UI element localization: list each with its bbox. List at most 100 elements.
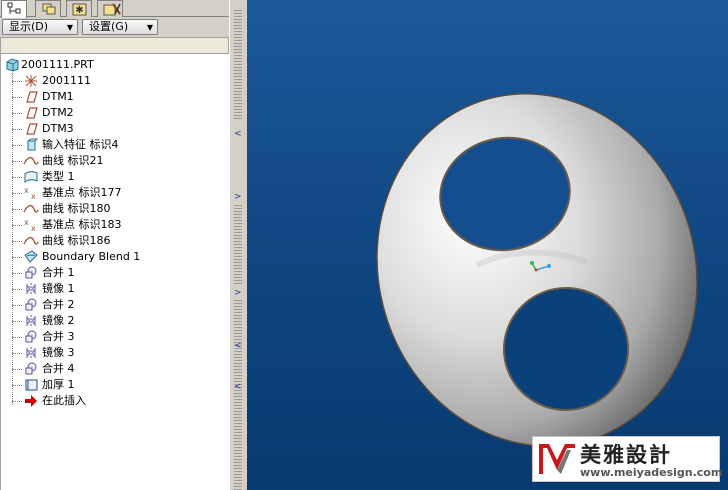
merge-icon (25, 298, 37, 311)
tree-item-label: 曲线 标识21 (42, 154, 104, 167)
show-menu-label: 显示(D) (9, 20, 49, 33)
folder-tools-icon (103, 3, 121, 16)
tree-item-label: 类型 1 (42, 170, 75, 183)
brand-name: 美雅設計 (580, 443, 672, 467)
tree-toolbar: 显示(D) ▼ 设置(G) ▼ (0, 17, 236, 37)
tab-favorites[interactable]: ✱ (66, 0, 92, 17)
tree-item-thicken[interactable]: 加厚 1 (1, 377, 230, 393)
surface-icon (24, 171, 38, 183)
tree-item-curve[interactable]: 曲线 标识21 (1, 153, 230, 169)
curve-icon (23, 204, 39, 213)
tree-item-datum-plane[interactable]: DTM1 (1, 89, 230, 105)
svg-text:x: x (24, 186, 29, 195)
settings-menu-button[interactable]: 设置(G) ▼ (82, 19, 158, 35)
svg-text:x: x (24, 218, 29, 227)
insert-here-arrow-icon (25, 395, 37, 407)
tree-item-label: 2001111 (42, 74, 91, 87)
thicken-icon (25, 379, 38, 391)
tab-folder-browser[interactable] (97, 0, 123, 17)
tree-item-csys[interactable]: 2001111 (1, 73, 230, 89)
merge-icon (25, 362, 37, 375)
part-icon (6, 58, 19, 72)
datum-plane-icon (26, 91, 38, 103)
tree-item-boundary-blend[interactable]: Boundary Blend 1 (1, 249, 230, 265)
panel-splitter[interactable]: < > > < < (229, 0, 247, 490)
tree-item-datum-plane[interactable]: DTM2 (1, 105, 230, 121)
model-tree: 2001111.PRT 2001111 DTM1 DTM2 DTM3 输入特征 … (0, 54, 229, 490)
splitter-grip (234, 10, 242, 120)
model-tree-icon (7, 2, 21, 14)
tree-item-insert-here[interactable]: 在此插入 (1, 393, 230, 409)
model-3d-render (376, 93, 698, 447)
tree-item-label: 合并 4 (42, 362, 75, 375)
tree-item-label: 合并 3 (42, 330, 75, 343)
tree-item-mirror[interactable]: 镜像 3 (1, 345, 230, 361)
chevron-down-icon: ▼ (66, 23, 73, 32)
mirror-icon (26, 283, 36, 295)
import-feature-icon (27, 138, 39, 151)
tree-item-datum-point[interactable]: x x 基准点 标识177 (1, 185, 230, 201)
tree-item-label: 在此插入 (42, 394, 86, 407)
panel-tab-strip: ✱ (0, 0, 236, 18)
tree-item-mirror[interactable]: 镜像 2 (1, 313, 230, 329)
tree-item-merge[interactable]: 合并 2 (1, 297, 230, 313)
tree-item-label: 合并 1 (42, 266, 75, 279)
expand-right-icon[interactable]: > (234, 193, 242, 202)
mirror-icon (26, 347, 36, 359)
tree-item-curve[interactable]: 曲线 标识180 (1, 201, 230, 217)
graphics-viewport[interactable] (247, 0, 728, 490)
brand-logo (539, 444, 575, 474)
svg-text:x: x (31, 192, 36, 200)
brand-url: www.meiyadesign.com (580, 466, 723, 479)
splitter-grip (234, 300, 242, 490)
tree-item-label: 合并 2 (42, 298, 75, 311)
csys-icon (25, 75, 37, 87)
tree-item-mirror[interactable]: 镜像 1 (1, 281, 230, 297)
model-tree-panel: ✱ 显示(D) ▼ 设置(G) ▼ 2001111.PRT 2001111 DT… (0, 0, 236, 490)
show-menu-button[interactable]: 显示(D) ▼ (2, 19, 78, 35)
tree-root-label: 2001111.PRT (21, 58, 94, 71)
merge-icon (25, 266, 37, 279)
tree-item-label: 基准点 标识183 (42, 218, 122, 231)
mirror-icon (26, 315, 36, 327)
tree-item-label: 镜像 1 (42, 282, 75, 295)
tree-item-surface[interactable]: 类型 1 (1, 169, 230, 185)
collapse-left-icon[interactable]: < (234, 383, 242, 392)
settings-menu-label: 设置(G) (89, 20, 129, 33)
tab-model-tree[interactable] (1, 0, 27, 18)
tree-item-merge[interactable]: 合并 3 (1, 329, 230, 345)
tree-item-label: 曲线 标识186 (42, 234, 111, 247)
tree-item-label: 镜像 2 (42, 314, 75, 327)
svg-text:x: x (31, 224, 36, 232)
curve-icon (23, 156, 39, 165)
shell-outer-surface (376, 93, 698, 447)
layers-icon (42, 3, 56, 15)
datum-point-icon: x x (24, 186, 36, 200)
collapse-left-icon[interactable]: < (234, 130, 242, 139)
curve-icon (23, 236, 39, 245)
tree-root-node[interactable]: 2001111.PRT (1, 57, 230, 73)
tree-item-label: 镜像 3 (42, 346, 75, 359)
tab-layers[interactable] (35, 0, 61, 17)
tree-item-datum-point[interactable]: x x 基准点 标识183 (1, 217, 230, 233)
brand-watermark: 美雅設計 www.meiyadesign.com (532, 436, 723, 482)
expand-right-icon[interactable]: > (234, 289, 242, 298)
tree-item-label: DTM3 (42, 122, 74, 135)
svg-text:✱: ✱ (75, 5, 83, 16)
datum-plane-icon (26, 107, 38, 119)
tree-item-merge[interactable]: 合并 1 (1, 265, 230, 281)
tree-item-label: DTM2 (42, 106, 74, 119)
tree-item-import-feature[interactable]: 输入特征 标识4 (1, 137, 230, 153)
tree-column-header (0, 37, 229, 54)
tree-item-curve[interactable]: 曲线 标识186 (1, 233, 230, 249)
datum-point-icon: x x (24, 218, 36, 232)
tree-item-label: DTM1 (42, 90, 74, 103)
tree-item-datum-plane[interactable]: DTM3 (1, 121, 230, 137)
collapse-left-icon[interactable]: < (234, 342, 242, 351)
merge-icon (25, 330, 37, 343)
splitter-grip (234, 205, 242, 285)
tree-item-label: Boundary Blend 1 (42, 250, 141, 263)
tree-item-merge[interactable]: 合并 4 (1, 361, 230, 377)
boundary-blend-icon (24, 250, 38, 263)
tree-item-label: 输入特征 标识4 (42, 138, 119, 151)
